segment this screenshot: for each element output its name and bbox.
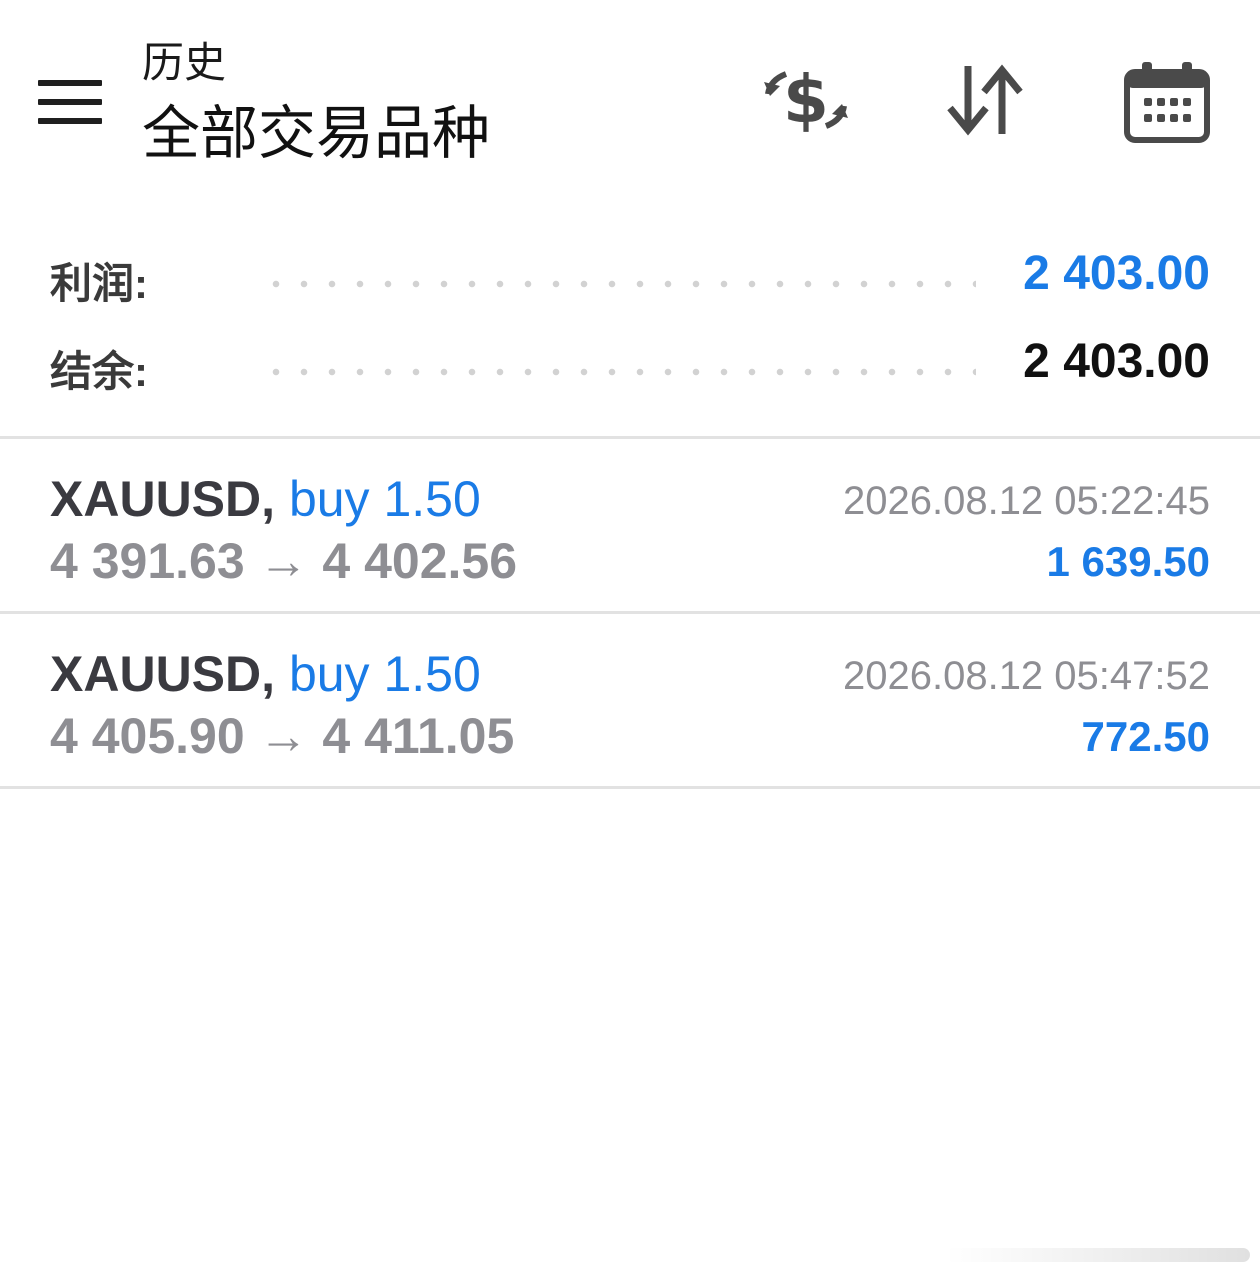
deal-prices: 4 405.90 → 4 411.05	[50, 708, 515, 764]
deal-symbol: XAUUSD,	[50, 646, 276, 702]
home-indicator[interactable]	[945, 1248, 1250, 1262]
deal-title: XAUUSD, buy 1.50	[50, 644, 481, 704]
dotted-leader	[262, 368, 976, 376]
deal-side-volume: buy 1.50	[288, 646, 481, 702]
symbol-filter-title[interactable]: 全部交易品种	[142, 102, 490, 166]
deal-row[interactable]: XAUUSD, buy 1.50 4 405.90 → 4 411.05 202…	[0, 614, 1260, 786]
deal-symbol: XAUUSD,	[50, 471, 276, 527]
sort-icon[interactable]	[944, 60, 1026, 145]
deal-side-volume: buy 1.50	[288, 471, 481, 527]
deal-time: 2026.08.12 05:47:52	[842, 654, 1210, 698]
deal-prices: 4 391.63 → 4 402.56	[50, 533, 518, 589]
page-title: 历史	[142, 39, 227, 86]
balance-value: 2 403.00	[1023, 335, 1210, 388]
profit-row: 利润: 2 403.00	[0, 244, 1260, 307]
balance-label: 结余:	[50, 348, 148, 395]
svg-text:$: $	[783, 61, 829, 138]
profit-value: 2 403.00	[1023, 247, 1210, 300]
menu-icon[interactable]	[38, 80, 102, 124]
dotted-leader	[262, 280, 976, 288]
deal-profit: 772.50	[1081, 713, 1210, 760]
app-header: 历史 全部交易品种 $	[0, 0, 1260, 200]
deal-time: 2026.08.12 05:22:45	[842, 479, 1210, 523]
calendar-icon[interactable]	[1124, 60, 1210, 149]
balance-row: 结余: 2 403.00	[0, 332, 1260, 395]
summary-panel: 利润: 2 403.00 结余: 2 403.00	[0, 200, 1260, 436]
profit-label: 利润:	[50, 260, 148, 307]
deal-title: XAUUSD, buy 1.50	[50, 469, 481, 529]
divider	[0, 786, 1260, 789]
deal-row[interactable]: XAUUSD, buy 1.50 4 391.63 → 4 402.56 202…	[0, 439, 1260, 611]
currency-exchange-icon[interactable]: $	[762, 60, 850, 145]
deal-profit: 1 639.50	[1046, 538, 1211, 585]
